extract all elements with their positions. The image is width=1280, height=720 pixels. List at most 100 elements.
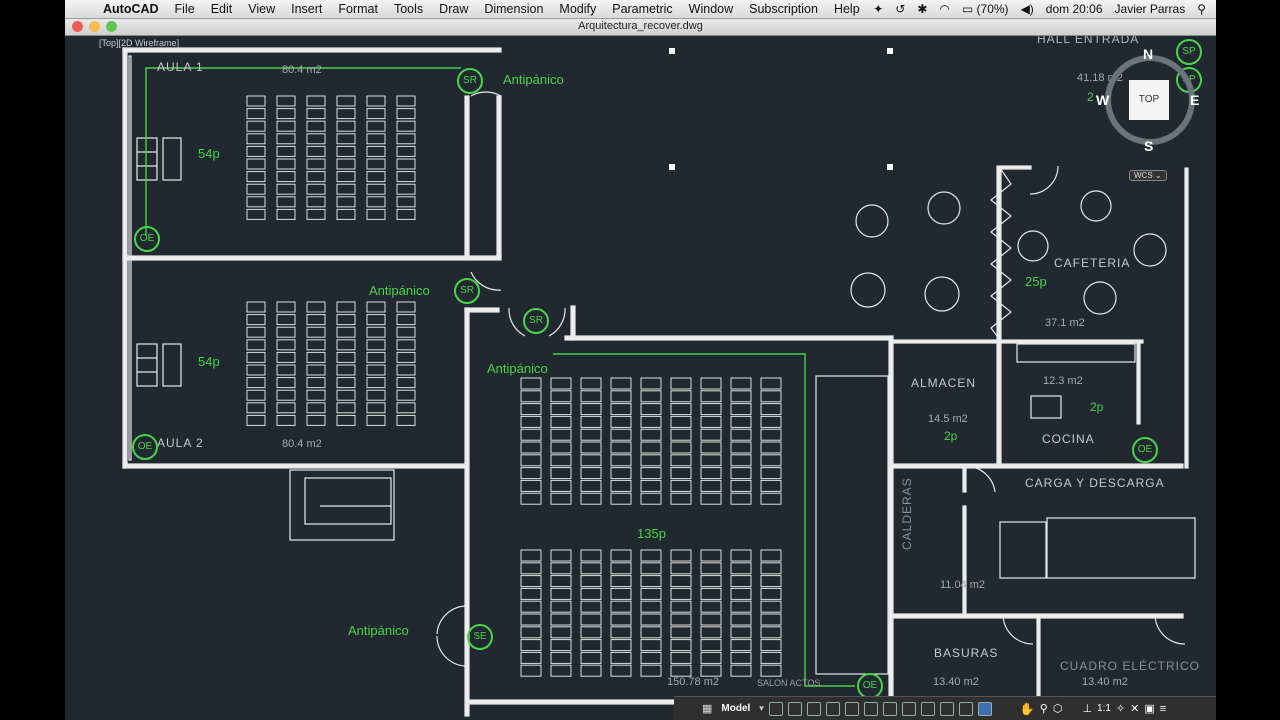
salon-seat-front — [550, 390, 572, 403]
battery-indicator[interactable]: ▭ (70%) — [962, 2, 1009, 16]
annotation-visibility-icon[interactable]: ✧ — [1116, 702, 1125, 715]
time-machine-icon[interactable]: ↺ — [895, 2, 905, 16]
symbol-sr-2: SR — [454, 278, 480, 304]
aula-1-seat — [396, 196, 416, 208]
salon-seat-front — [610, 492, 632, 505]
salon-seat-front — [610, 479, 632, 492]
annotation-scale[interactable]: 1:1 — [1097, 703, 1111, 714]
aula-2-seat — [306, 351, 326, 363]
object-snap-icon[interactable] — [863, 701, 878, 716]
menu-dimension[interactable]: Dimension — [476, 2, 551, 16]
grid-display-icon[interactable] — [787, 701, 802, 716]
salon-seat-back — [610, 575, 632, 588]
salon-seat-front — [580, 377, 602, 390]
polar-tracking-icon[interactable] — [844, 701, 859, 716]
ortho-mode-icon[interactable] — [825, 701, 840, 716]
selection-cycling-icon[interactable] — [939, 701, 954, 716]
transparency-icon[interactable] — [920, 701, 935, 716]
lineweight-icon[interactable] — [901, 701, 916, 716]
compass-west[interactable]: W — [1096, 92, 1109, 108]
menu-format[interactable]: Format — [330, 2, 386, 16]
salon-seat-front — [730, 415, 752, 428]
salon-seat-front — [520, 377, 542, 390]
salon-seat-front — [730, 403, 752, 416]
salon-seat-back — [640, 664, 662, 677]
drawing-canvas[interactable]: [Top][2D Wireframe] AULA 1 80.4 m2 54p A… — [65, 36, 1216, 720]
label-basuras: BASURAS — [934, 646, 999, 660]
chevron-down-icon[interactable]: ▾ — [759, 703, 764, 714]
salon-seat-back — [700, 600, 722, 613]
workspace-icon[interactable]: ▣ — [1144, 702, 1154, 715]
aula-1-seat — [246, 95, 266, 107]
menu-edit[interactable]: Edit — [203, 2, 241, 16]
salon-seat-back — [520, 562, 542, 575]
salon-seat-back — [580, 613, 602, 626]
aula-2-seat — [246, 414, 266, 426]
menu-parametric[interactable]: Parametric — [604, 2, 680, 16]
label-hall-area-partial: 2 — [1087, 90, 1094, 104]
wcs-menu[interactable]: WCS ⌄ — [1129, 170, 1167, 181]
aula-1-seat — [246, 120, 266, 132]
aula-1-seat — [366, 183, 386, 195]
grid-layout-icon[interactable]: ▦ — [702, 702, 712, 715]
menu-insert[interactable]: Insert — [283, 2, 330, 16]
aula-2-seat — [276, 339, 296, 351]
customize-icon[interactable]: ≡ — [1160, 703, 1166, 715]
aula-1-seat — [396, 145, 416, 157]
volume-icon[interactable]: ◀) — [1021, 2, 1034, 16]
label-cocina: COCINA — [1042, 432, 1095, 446]
menu-view[interactable]: View — [240, 2, 283, 16]
dynamic-ucs-icon[interactable] — [958, 701, 973, 716]
model-space-toggle[interactable]: Model — [717, 703, 754, 714]
salon-seat-back — [610, 587, 632, 600]
salon-seat-back — [640, 575, 662, 588]
annotation-monitor-icon[interactable] — [977, 701, 992, 716]
salon-seat-front — [670, 390, 692, 403]
label-almacen-area: 14.5 m2 — [928, 413, 968, 425]
compass-north[interactable]: N — [1143, 46, 1153, 62]
salon-seat-front — [670, 492, 692, 505]
aula-1-seat — [246, 158, 266, 170]
menu-modify[interactable]: Modify — [551, 2, 604, 16]
snap-mode-icon[interactable] — [768, 701, 783, 716]
aula-2-seat — [336, 402, 356, 414]
label-cafeteria-area: 37.1 m2 — [1045, 317, 1085, 329]
menubar-user[interactable]: Javier Parras — [1115, 2, 1186, 16]
pan-hand-icon[interactable]: ✋ — [1020, 702, 1035, 716]
aula-1-seat — [276, 133, 296, 145]
salon-seat-back — [580, 639, 602, 652]
annotation-scale-icon[interactable]: ⊥ — [1082, 702, 1092, 715]
menu-tools[interactable]: Tools — [386, 2, 431, 16]
wifi-icon[interactable]: ◠ — [939, 2, 949, 16]
spotlight-search-icon[interactable]: ⚲ — [1197, 2, 1206, 16]
viewcube[interactable]: N S W E TOP — [1096, 46, 1199, 156]
salon-seat-back — [520, 600, 542, 613]
aula-1-seat — [276, 120, 296, 132]
menu-autocad[interactable]: AutoCAD — [95, 2, 167, 16]
autoscale-icon[interactable]: ✕ — [1130, 702, 1139, 715]
aula-2-seat — [246, 351, 266, 363]
viewcube-top-face[interactable]: TOP — [1129, 80, 1169, 120]
snap-tracking-icon[interactable] — [882, 701, 897, 716]
menu-window[interactable]: Window — [681, 2, 741, 16]
menu-draw[interactable]: Draw — [431, 2, 476, 16]
menubar-clock[interactable]: dom 20:06 — [1046, 2, 1103, 16]
salon-seat-back — [640, 600, 662, 613]
compass-south[interactable]: S — [1144, 138, 1153, 154]
infer-constraints-icon[interactable] — [806, 701, 821, 716]
menu-help[interactable]: Help — [826, 2, 868, 16]
compass-east[interactable]: E — [1190, 92, 1199, 108]
label-aula-2-capacity: 54p — [198, 354, 220, 369]
salon-seat-front — [730, 454, 752, 467]
aula-1-seat — [276, 171, 296, 183]
menu-subscription[interactable]: Subscription — [741, 2, 826, 16]
menu-file[interactable]: File — [167, 2, 203, 16]
zoom-icon[interactable]: ⚲ — [1040, 702, 1048, 715]
dropbox-icon[interactable]: ✦ — [873, 2, 883, 16]
aula-1-seat — [396, 158, 416, 170]
salon-seat-front — [580, 492, 602, 505]
salon-seat-back — [640, 587, 662, 600]
salon-seat-back — [550, 626, 572, 639]
bluetooth-icon[interactable]: ✱ — [917, 2, 927, 16]
orbit-icon[interactable]: ⬡ — [1053, 702, 1063, 715]
